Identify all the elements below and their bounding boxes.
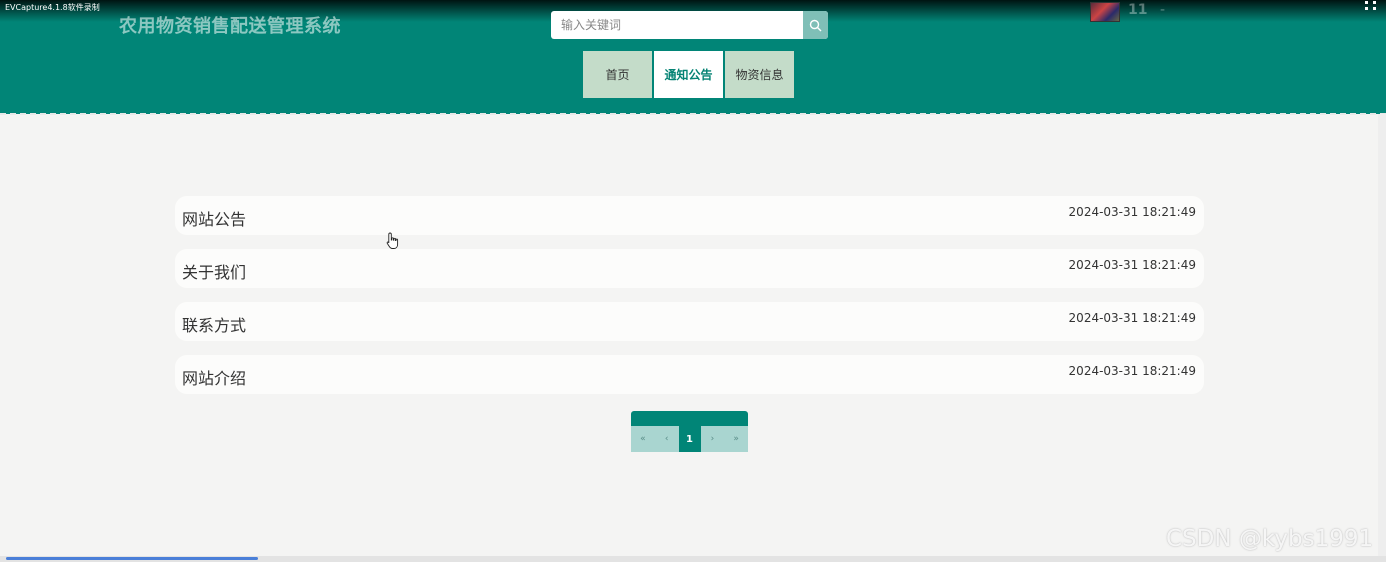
pagination: « ‹ 1 › »	[631, 411, 748, 452]
header: EVCapture4.1.8软件录制 农用物资销售配送管理系统 11 - 首页 …	[0, 0, 1386, 115]
nav-item-home[interactable]: 首页	[583, 51, 652, 98]
first-page-button[interactable]: «	[631, 426, 655, 452]
prev-page-button[interactable]: ‹	[655, 426, 679, 452]
avatar[interactable]	[1090, 2, 1120, 22]
list-item[interactable]: 关于我们 2024-03-31 18:21:49	[175, 249, 1204, 288]
collapse-icon[interactable]	[1364, 0, 1378, 12]
pagination-controls: « ‹ 1 › »	[631, 426, 748, 452]
notice-time: 2024-03-31 18:21:49	[1068, 258, 1196, 272]
site-title: 农用物资销售配送管理系统	[119, 16, 341, 37]
list-item[interactable]: 网站介绍 2024-03-31 18:21:49	[175, 355, 1204, 394]
capture-label: EVCapture4.1.8软件录制	[5, 3, 100, 12]
notice-title[interactable]: 联系方式	[182, 312, 246, 336]
bottom-progress-bar	[6, 557, 258, 560]
list-item[interactable]: 联系方式 2024-03-31 18:21:49	[175, 302, 1204, 341]
notice-time: 2024-03-31 18:21:49	[1068, 311, 1196, 325]
current-page-button[interactable]: 1	[678, 426, 701, 452]
pagination-header	[631, 411, 748, 427]
notice-title[interactable]: 网站公告	[182, 206, 246, 230]
search-input[interactable]	[551, 11, 803, 39]
notice-time: 2024-03-31 18:21:49	[1068, 364, 1196, 378]
hand-cursor-icon	[386, 232, 399, 249]
header-divider	[0, 113, 1386, 115]
search-icon	[809, 19, 822, 31]
notice-title[interactable]: 网站介绍	[182, 365, 246, 389]
nav-item-materials[interactable]: 物资信息	[725, 51, 794, 98]
last-page-button[interactable]: »	[724, 426, 748, 452]
user-separator: -	[1160, 2, 1166, 18]
nav-item-notices[interactable]: 通知公告	[654, 51, 723, 98]
user-name[interactable]: 11	[1128, 2, 1147, 18]
notice-time: 2024-03-31 18:21:49	[1068, 205, 1196, 219]
main-nav: 首页 通知公告 物资信息	[583, 51, 794, 98]
search-box	[551, 11, 828, 39]
notice-title[interactable]: 关于我们	[182, 259, 246, 283]
scrollbar[interactable]	[1378, 114, 1386, 556]
next-page-button[interactable]: ›	[701, 426, 725, 452]
search-button[interactable]	[803, 11, 828, 39]
watermark: CSDN @kybs1991	[1166, 526, 1374, 552]
list-item[interactable]: 网站公告 2024-03-31 18:21:49	[175, 196, 1204, 235]
notice-list: 网站公告 2024-03-31 18:21:49 关于我们 2024-03-31…	[175, 196, 1204, 408]
